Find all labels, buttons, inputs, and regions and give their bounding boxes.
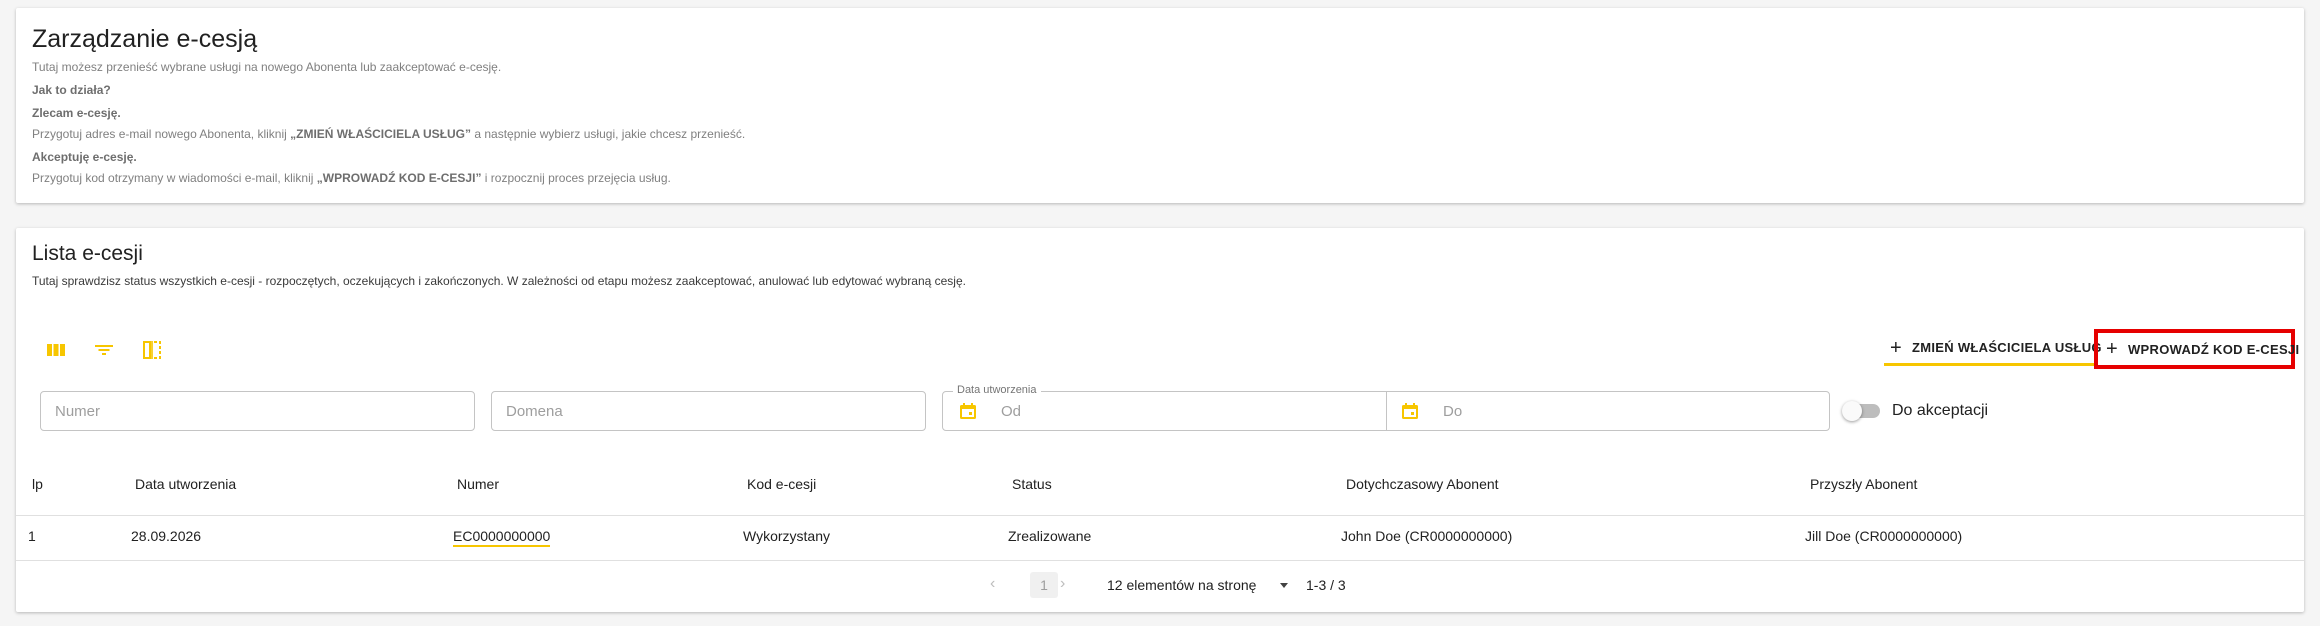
page-subtitle: Tutaj możesz przenieść wybrane usługi na… <box>32 60 502 74</box>
to-accept-label: Do akceptacji <box>1892 402 1989 419</box>
cell-date: 28.09.2026 <box>131 528 202 544</box>
accept-heading: Akceptuję e-cesję. <box>32 150 137 164</box>
info-card: Zarządzanie e-cesją Tutaj możesz przenie… <box>16 8 2304 203</box>
column-header-future-subscriber[interactable]: Przyszły Abonent <box>1810 476 1917 492</box>
accept-text-post: i rozpocznij proces przejęcia usług. <box>481 171 671 185</box>
cell-code: Wykorzystany <box>743 528 831 544</box>
current-page[interactable]: 1 <box>1030 572 1058 598</box>
column-header-lp[interactable]: lp <box>32 476 43 492</box>
cell-future-subscriber: Jill Doe (CR0000000000) <box>1805 528 1963 544</box>
page-title: Zarządzanie e-cesją <box>32 25 258 53</box>
cell-number-link[interactable]: EC0000000000 <box>453 528 551 547</box>
plus-icon: + <box>1890 336 1902 359</box>
column-header-date[interactable]: Data utworzenia <box>135 476 236 492</box>
date-divider <box>1386 391 1387 431</box>
order-text-pre: Przygotuj adres e-mail nowego Abonenta, … <box>32 127 291 141</box>
change-owner-label: ZMIEŃ WŁAŚCICIELA USŁUG <box>1911 340 2102 355</box>
list-title: Lista e-cesji <box>32 242 143 265</box>
filter-icon[interactable] <box>92 338 116 362</box>
change-owner-button[interactable]: + ZMIEŃ WŁAŚCICIELA USŁUG <box>1884 332 2102 366</box>
order-instructions: Przygotuj adres e-mail nowego Abonenta, … <box>32 127 745 141</box>
number-placeholder: Numer <box>55 403 101 420</box>
prev-page-icon[interactable]: ‹ <box>990 575 995 593</box>
cell-status: Zrealizowane <box>1008 528 1092 544</box>
number-filter-input[interactable]: Numer <box>40 391 475 431</box>
density-icon[interactable] <box>140 338 164 362</box>
column-header-previous-subscriber[interactable]: Dotychczasowy Abonent <box>1346 476 1499 492</box>
next-page-icon[interactable]: › <box>1060 575 1065 593</box>
date-range-filter: Data utworzenia Od Do <box>942 384 1830 431</box>
accept-text-pre: Przygotuj kod otrzymany w wiadomości e-m… <box>32 171 317 185</box>
columns-icon[interactable] <box>44 338 68 362</box>
date-range-legend: Data utworzenia <box>953 384 1041 396</box>
cell-previous-subscriber: John Doe (CR0000000000) <box>1341 528 1513 544</box>
chevron-down-icon[interactable] <box>1280 583 1288 588</box>
domain-filter-input[interactable]: Domena <box>491 391 926 431</box>
column-header-status[interactable]: Status <box>1012 476 1052 492</box>
how-it-works-heading: Jak to działa? <box>32 83 111 97</box>
domain-placeholder: Domena <box>506 403 563 420</box>
plus-icon: + <box>2106 338 2118 360</box>
calendar-icon[interactable] <box>959 402 977 420</box>
list-description: Tutaj sprawdzisz status wszystkich e-ces… <box>32 274 966 288</box>
list-card: Lista e-cesji Tutaj sprawdzisz status ws… <box>16 228 2304 612</box>
calendar-icon[interactable] <box>1401 402 1419 420</box>
page-range: 1-3 / 3 <box>1306 577 1346 593</box>
order-text-post: a następnie wybierz usługi, jakie chcesz… <box>471 127 746 141</box>
order-heading: Zlecam e-cesję. <box>32 106 121 120</box>
enter-code-button[interactable]: + WPROWADŹ KOD E-CESJI <box>2094 329 2299 369</box>
cell-lp: 1 <box>28 528 36 544</box>
accept-instructions: Przygotuj kod otrzymany w wiadomości e-m… <box>32 171 671 185</box>
column-header-number[interactable]: Numer <box>457 476 499 492</box>
column-header-code[interactable]: Kod e-cesji <box>747 476 816 492</box>
date-from-input[interactable]: Od <box>1001 403 1021 420</box>
date-to-input[interactable]: Do <box>1443 403 1462 420</box>
accept-text-highlight: „WPROWADŹ KOD E-CESJI” <box>316 171 482 185</box>
to-accept-toggle[interactable] <box>1842 401 1880 421</box>
row-divider <box>16 560 2304 561</box>
order-text-highlight: „ZMIEŃ WŁAŚCICIELA USŁUG” <box>290 127 472 141</box>
header-divider <box>16 515 2304 516</box>
enter-code-label: WPROWADŹ KOD E-CESJI <box>2127 341 2300 357</box>
page-size-select[interactable]: 12 elementów na stronę <box>1107 577 1256 593</box>
toggle-knob <box>1842 401 1862 421</box>
